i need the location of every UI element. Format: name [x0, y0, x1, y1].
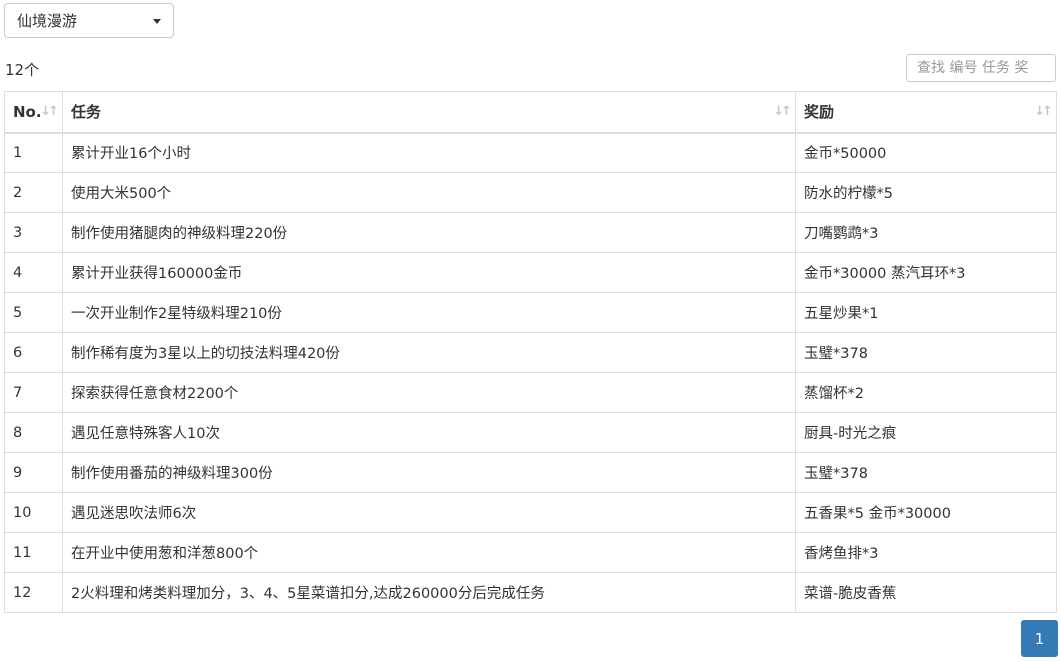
- cell-reward: 玉璧*378: [795, 452, 1057, 493]
- column-header-task-label: 任务: [71, 103, 102, 122]
- cell-no: 8: [4, 412, 63, 453]
- table-row: 12 2火料理和烤类料理加分，3、4、5星菜谱扣分,达成260000分后完成任务菜…: [4, 572, 1057, 613]
- table-row: 4 累计开业获得160000金币 金币*30000 蒸汽耳环*3: [4, 252, 1057, 293]
- chevron-down-icon: [153, 19, 161, 24]
- cell-reward: 香烤鱼排*3: [795, 532, 1057, 573]
- task-table: No. ↓↑ 任务 ↓↑ 奖励 ↓↑ 1 累计开业16个小时 金币*50000 2 使用…: [4, 91, 1057, 613]
- cell-no: 7: [4, 372, 63, 413]
- cell-reward: 刀嘴鹦鹉*3: [795, 212, 1057, 253]
- column-header-no-label: No.: [13, 102, 42, 121]
- table-row: 2 使用大米500个 防水的柠檬*5: [4, 172, 1057, 213]
- sort-icon: ↓↑: [1034, 104, 1053, 119]
- table-row: 6 制作稀有度为3星以上的切技法料理420份 玉璧*378: [4, 332, 1057, 373]
- cell-task: 制作稀有度为3星以上的切技法料理420份: [62, 332, 796, 373]
- category-dropdown[interactable]: 仙境漫游: [4, 3, 174, 38]
- table-row: 8 遇见任意特殊客人10次 厨具-时光之痕: [4, 412, 1057, 453]
- cell-reward: 厨具-时光之痕: [795, 412, 1057, 453]
- cell-task: 一次开业制作2星特级料理210份: [62, 292, 796, 333]
- cell-task: 使用大米500个: [62, 172, 796, 213]
- cell-no: 2: [4, 172, 63, 213]
- cell-no: 11: [4, 532, 63, 573]
- cell-no: 6: [4, 332, 63, 373]
- cell-reward: 金币*50000: [795, 132, 1057, 173]
- cell-no: 10: [4, 492, 63, 533]
- cell-task: 探索获得任意食材2200个: [62, 372, 796, 413]
- cell-reward: 防水的柠檬*5: [795, 172, 1057, 213]
- cell-no: 4: [4, 252, 63, 293]
- table-header-row: No. ↓↑ 任务 ↓↑ 奖励 ↓↑: [4, 91, 1057, 134]
- table-row: 3 制作使用猪腿肉的神级料理220份 刀嘴鹦鹉*3: [4, 212, 1057, 253]
- sort-icon: ↓↑: [40, 104, 59, 119]
- cell-task: 遇见迷思吹法师6次: [62, 492, 796, 533]
- search-input[interactable]: [906, 54, 1056, 82]
- cell-task: 2火料理和烤类料理加分，3、4、5星菜谱扣分,达成260000分后完成任务: [62, 572, 796, 613]
- cell-reward: 金币*30000 蒸汽耳环*3: [795, 252, 1057, 293]
- cell-reward: 玉璧*378: [795, 332, 1057, 373]
- cell-no: 9: [4, 452, 63, 493]
- page-button-1[interactable]: 1: [1021, 620, 1058, 657]
- table-row: 7 探索获得任意食材2200个 蒸馏杯*2: [4, 372, 1057, 413]
- cell-reward: 菜谱-脆皮香蕉: [795, 572, 1057, 613]
- table-row: 5 一次开业制作2星特级料理210份 五星炒果*1: [4, 292, 1057, 333]
- cell-no: 5: [4, 292, 63, 333]
- column-header-reward-label: 奖励: [804, 103, 835, 122]
- cell-task: 累计开业16个小时: [62, 132, 796, 173]
- cell-no: 12: [4, 572, 63, 613]
- category-dropdown-value: 仙境漫游: [17, 12, 78, 30]
- cell-no: 3: [4, 212, 63, 253]
- sort-icon: ↓↑: [773, 104, 792, 119]
- cell-task: 制作使用番茄的神级料理300份: [62, 452, 796, 493]
- column-header-reward[interactable]: 奖励 ↓↑: [795, 91, 1057, 134]
- cell-no: 1: [4, 132, 63, 173]
- table-row: 1 累计开业16个小时 金币*50000: [4, 132, 1057, 173]
- cell-task: 在开业中使用葱和洋葱800个: [62, 532, 796, 573]
- table-row: 11 在开业中使用葱和洋葱800个 香烤鱼排*3: [4, 532, 1057, 573]
- cell-task: 遇见任意特殊客人10次: [62, 412, 796, 453]
- cell-reward: 五星炒果*1: [795, 292, 1057, 333]
- cell-task: 制作使用猪腿肉的神级料理220份: [62, 212, 796, 253]
- table-row: 9 制作使用番茄的神级料理300份 玉璧*378: [4, 452, 1057, 493]
- column-header-no[interactable]: No. ↓↑: [4, 91, 63, 134]
- table-row: 10 遇见迷思吹法师6次 五香果*5 金币*30000: [4, 492, 1057, 533]
- cell-reward: 蒸馏杯*2: [795, 372, 1057, 413]
- column-header-task[interactable]: 任务 ↓↑: [62, 91, 796, 134]
- cell-reward: 五香果*5 金币*30000: [795, 492, 1057, 533]
- result-count: 12个: [5, 61, 40, 79]
- cell-task: 累计开业获得160000金币: [62, 252, 796, 293]
